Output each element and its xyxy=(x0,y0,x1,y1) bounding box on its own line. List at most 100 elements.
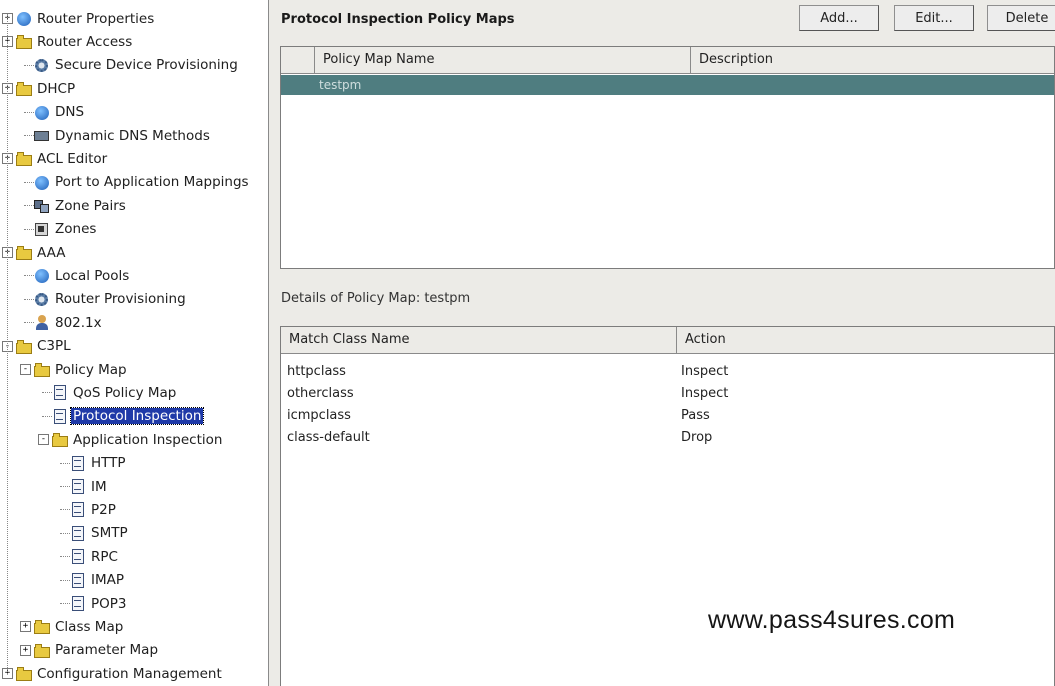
tree-item-label: C3PL xyxy=(37,338,71,355)
folder-icon xyxy=(16,151,32,167)
tree-item-qos-policy-map[interactable]: QoS Policy Map xyxy=(52,381,178,404)
tree-item-configuration-management[interactable]: Configuration Management xyxy=(16,662,224,685)
tree-item-dynamic-dns-methods[interactable]: Dynamic DNS Methods xyxy=(34,124,212,147)
globe-network-icon xyxy=(16,11,32,26)
match-class-cell: httpclass xyxy=(287,364,346,379)
folder-user-icon xyxy=(16,34,32,50)
document-icon xyxy=(70,525,86,541)
tree-item-label: QoS Policy Map xyxy=(73,384,177,401)
tree-item-label: 802.1x xyxy=(55,314,102,331)
tree-item-smtp[interactable]: SMTP xyxy=(70,522,130,545)
tree-item-label: HTTP xyxy=(91,455,126,472)
tree-item-rpc[interactable]: RPC xyxy=(70,545,120,568)
tree-item-router-provisioning[interactable]: Router Provisioning xyxy=(34,288,188,311)
folder-icon xyxy=(34,643,50,658)
folder-icon xyxy=(16,339,32,354)
tree-item-local-pools[interactable]: Local Pools xyxy=(34,264,131,287)
tree-item-port-to-application-mappings[interactable]: Port to Application Mappings xyxy=(34,171,251,194)
collapse-icon[interactable]: - xyxy=(38,434,49,446)
tree-connector xyxy=(60,486,70,487)
column-header-action[interactable]: Action xyxy=(677,327,1054,353)
tree-item-802-1x[interactable]: 802.1x xyxy=(34,311,104,334)
tree-item-label: POP3 xyxy=(91,595,127,612)
tree-item-label: Port to Application Mappings xyxy=(55,174,249,191)
tree-root-connector xyxy=(7,14,8,674)
tree-item-aaa[interactable]: AAA xyxy=(16,241,67,264)
tree-item-label: Zone Pairs xyxy=(55,197,126,214)
tree-connector xyxy=(24,135,34,136)
tree-connector xyxy=(60,603,70,604)
tree-item-label: IMAP xyxy=(91,572,125,589)
tree-connector xyxy=(24,111,34,113)
add-button[interactable]: Add... xyxy=(799,5,879,31)
policy-map-row[interactable]: testpm xyxy=(281,75,1054,95)
document-icon xyxy=(70,549,86,565)
action-cell: Drop xyxy=(681,430,713,445)
tree-connector xyxy=(24,322,34,324)
tree-item-policy-map[interactable]: Policy Map xyxy=(34,358,129,381)
tree-item-router-access[interactable]: Router Access xyxy=(16,30,134,53)
column-header-description[interactable]: Description xyxy=(691,47,1054,73)
tree-item-router-properties[interactable]: Router Properties xyxy=(16,7,156,30)
tree-item-protocol-inspection[interactable]: Protocol Inspection xyxy=(52,405,205,428)
folder-icon xyxy=(34,619,50,635)
globe-icon xyxy=(34,268,50,284)
tree-item-im[interactable]: IM xyxy=(70,475,109,498)
tree-item-label: Local Pools xyxy=(55,267,130,284)
zone-icon xyxy=(34,222,50,237)
tree-item-label: Policy Map xyxy=(55,361,127,378)
tree-item-secure-device-provisioning[interactable]: Secure Device Provisioning xyxy=(34,54,240,77)
match-class-cell: class-default xyxy=(287,430,370,445)
details-row[interactable]: otherclass Inspect xyxy=(281,383,1054,405)
policy-map-name-cell: testpm xyxy=(319,78,362,92)
zone-pair-icon xyxy=(34,198,50,214)
tree-item-pop3[interactable]: POP3 xyxy=(70,592,129,615)
network-icon xyxy=(34,128,50,143)
document-icon xyxy=(70,502,86,518)
tree-item-p2p[interactable]: P2P xyxy=(70,498,118,521)
details-row[interactable]: icmpclass Pass xyxy=(281,405,1054,427)
details-row[interactable]: class-default Drop xyxy=(281,427,1054,449)
tree-item-label: ACL Editor xyxy=(37,150,108,167)
expand-icon[interactable]: + xyxy=(20,621,31,633)
details-table-header: Match Class Name Action xyxy=(281,327,1054,354)
tree-connector xyxy=(60,462,70,464)
tree-item-dns[interactable]: DNS xyxy=(34,101,86,124)
document-icon xyxy=(70,479,86,494)
tree-item-application-inspection[interactable]: Application Inspection xyxy=(52,428,224,451)
tree-item-label: RPC xyxy=(91,548,118,565)
tree-item-imap[interactable]: IMAP xyxy=(70,569,126,592)
details-row[interactable]: httpclass Inspect xyxy=(281,361,1054,383)
policy-maps-title: Protocol Inspection Policy Maps xyxy=(281,12,515,27)
tree-item-zones[interactable]: Zones xyxy=(34,218,98,241)
tree-item-label: Dynamic DNS Methods xyxy=(55,127,210,144)
folder-icon xyxy=(52,432,68,448)
tree-item-acl-editor[interactable]: ACL Editor xyxy=(16,147,109,170)
column-header-policy-map-name[interactable]: Policy Map Name xyxy=(315,47,691,73)
tree-item-c3pl[interactable]: C3PL xyxy=(16,335,73,358)
tree-item-zone-pairs[interactable]: Zone Pairs xyxy=(34,194,128,217)
policy-maps-table[interactable]: Policy Map Name Description testpm xyxy=(280,46,1055,269)
navigation-tree[interactable]: + Router Properties + Router Access Secure D… xyxy=(0,0,269,686)
edit-button[interactable]: Edit... xyxy=(894,5,974,31)
tree-connector xyxy=(24,205,34,207)
delete-button[interactable]: Delete xyxy=(987,5,1055,31)
tree-item-dhcp[interactable]: DHCP xyxy=(16,77,77,100)
tree-connector xyxy=(42,415,52,417)
document-icon xyxy=(52,408,68,424)
user-icon xyxy=(34,315,50,331)
folder-icon xyxy=(16,81,32,97)
tree-item-label: P2P xyxy=(91,501,116,518)
collapse-icon[interactable]: - xyxy=(20,364,31,375)
column-header-match-class-name[interactable]: Match Class Name xyxy=(281,327,677,353)
expand-icon[interactable]: + xyxy=(20,644,31,656)
tree-item-class-map[interactable]: Class Map xyxy=(34,615,125,638)
folder-icon xyxy=(34,362,50,377)
tree-item-http[interactable]: HTTP xyxy=(70,452,128,475)
tree-connector xyxy=(24,298,34,300)
action-cell: Pass xyxy=(681,408,710,423)
tree-item-parameter-map[interactable]: Parameter Map xyxy=(34,639,160,662)
tree-connector xyxy=(60,556,70,558)
document-icon xyxy=(70,455,86,471)
globe-icon xyxy=(34,175,50,190)
